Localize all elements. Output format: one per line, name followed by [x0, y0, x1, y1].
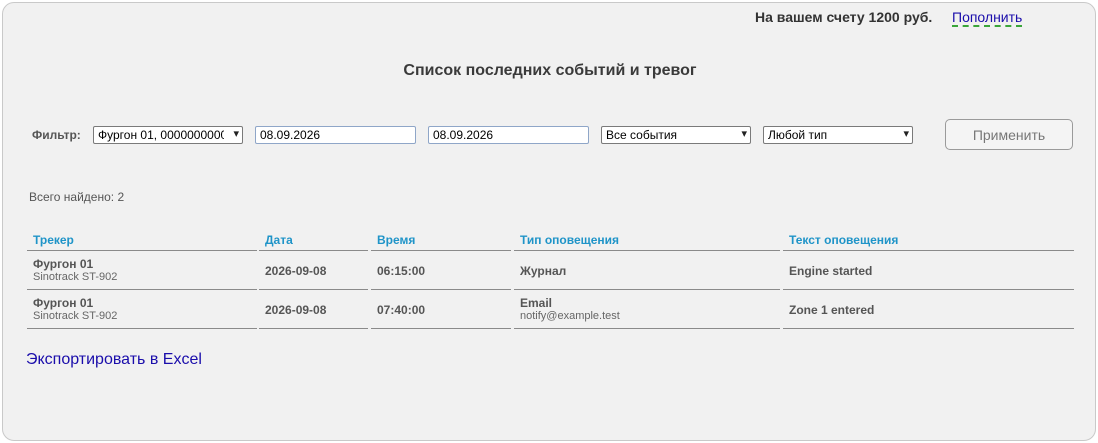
events-select-value: Все события: [606, 128, 678, 142]
alert-type: Email: [520, 296, 553, 310]
column-header-time[interactable]: Время: [371, 230, 511, 251]
alert-type-cell: Email notify@example.test: [514, 290, 780, 329]
column-header-date[interactable]: Дата: [259, 230, 368, 251]
chevron-down-icon: ▾: [903, 128, 909, 140]
time-cell: 06:15:00: [371, 251, 511, 290]
found-count: 2: [117, 190, 125, 204]
date-to-input[interactable]: 08.09.2026: [428, 126, 589, 144]
table-row: Фургон 01 Sinotrack ST-902 2026-09-08 06…: [27, 251, 1074, 290]
tracker-select[interactable]: Фургон 01, 0000000000000 ▾: [93, 126, 243, 144]
export-excel-link[interactable]: Экспортировать в Excel: [26, 351, 202, 369]
tracker-select-value: Фургон 01, 0000000000000: [98, 128, 224, 142]
event-time: 06:15:00: [377, 264, 426, 278]
date-cell: 2026-09-08: [259, 290, 368, 329]
table-row: Фургон 01 Sinotrack ST-902 2026-09-08 07…: [27, 290, 1074, 329]
time-cell: 07:40:00: [371, 290, 511, 329]
account-balance: На вашем счету 1200 руб.: [755, 9, 933, 25]
tracker-cell: Фургон 01 Sinotrack ST-902: [27, 290, 257, 329]
events-select[interactable]: Все события ▾: [601, 126, 751, 144]
type-select-value: Любой тип: [768, 128, 828, 142]
tracker-model: Sinotrack ST-902: [33, 271, 118, 283]
apply-button[interactable]: Применить: [945, 119, 1073, 150]
date-cell: 2026-09-08: [259, 251, 368, 290]
column-header-alert-text[interactable]: Текст оповещения: [783, 230, 1074, 251]
found-summary: Всего найдено: 2: [29, 190, 124, 204]
events-panel: На вашем счету 1200 руб. Пополнить Списо…: [2, 2, 1096, 441]
event-date: 2026-09-08: [265, 264, 327, 278]
column-header-alert-type[interactable]: Тип оповещения: [514, 230, 780, 251]
tracker-name: Фургон 01: [33, 257, 94, 271]
type-select[interactable]: Любой тип ▾: [763, 126, 913, 144]
chevron-down-icon: ▾: [741, 128, 747, 140]
chevron-down-icon: ▾: [233, 128, 239, 140]
table-header: Трекер Дата Время Тип оповещения Текст о…: [27, 230, 1074, 251]
alert-type-detail: notify@example.test: [520, 310, 620, 322]
filter-label: Фильтр:: [32, 128, 81, 142]
tracker-model: Sinotrack ST-902: [33, 310, 118, 322]
page-title: Список последних событий и тревог: [403, 62, 697, 79]
events-table: Трекер Дата Время Тип оповещения Текст о…: [27, 230, 1074, 329]
tracker-name: Фургон 01: [33, 296, 94, 310]
alert-type-cell: Журнал: [514, 251, 780, 290]
event-date: 2026-09-08: [265, 303, 327, 317]
topup-link[interactable]: Пополнить: [952, 9, 1023, 27]
column-header-tracker[interactable]: Трекер: [27, 230, 257, 251]
tracker-cell: Фургон 01 Sinotrack ST-902: [27, 251, 257, 290]
alert-text-cell: Zone 1 entered: [783, 290, 1074, 329]
alert-text: Engine started: [789, 264, 873, 278]
found-label: Всего найдено:: [29, 190, 115, 204]
alert-text: Zone 1 entered: [789, 303, 875, 317]
date-from-input[interactable]: 08.09.2026: [255, 126, 416, 144]
alert-type: Журнал: [520, 264, 567, 278]
event-time: 07:40:00: [377, 303, 426, 317]
alert-text-cell: Engine started: [783, 251, 1074, 290]
